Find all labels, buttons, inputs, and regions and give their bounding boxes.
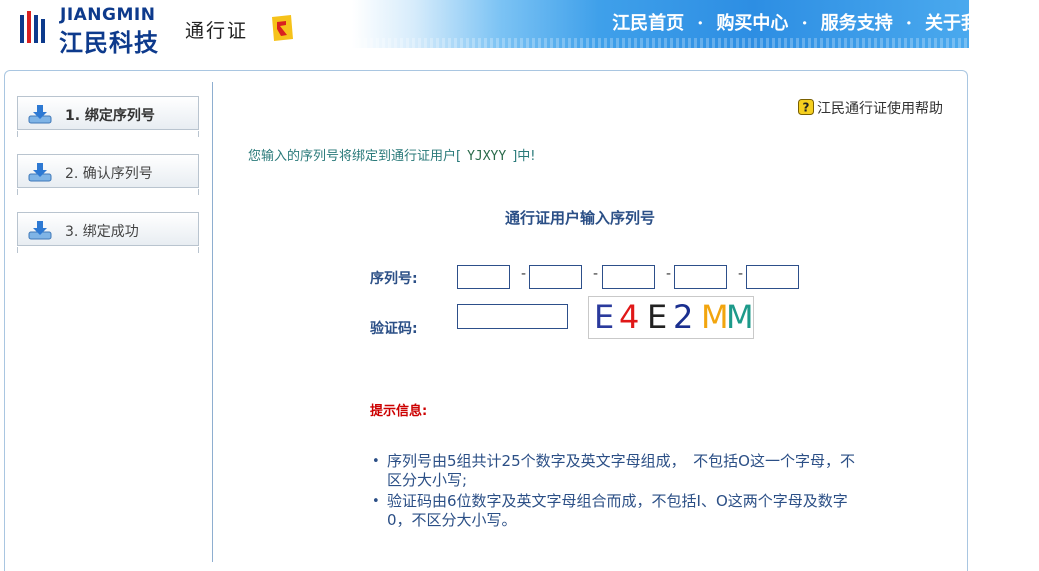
step-label: 1. 绑定序列号 <box>65 108 155 124</box>
captcha-char: 2 <box>673 298 694 336</box>
serial-input-5[interactable] <box>746 265 799 289</box>
logo-english-text: JIANGMIN <box>60 5 156 25</box>
serial-label: 序列号: <box>370 271 418 287</box>
question-icon: ? <box>798 99 814 115</box>
serial-dash: - <box>593 266 599 282</box>
serial-input-1[interactable] <box>457 265 510 289</box>
nav-about[interactable]: 关于我们 <box>925 13 997 34</box>
captcha-char: M <box>701 298 729 336</box>
list-item: 序列号由5组共计25个数字及英文字母组成， 不包括O这一个字母，不区分大小写; <box>370 452 860 490</box>
serial-input-2[interactable] <box>529 265 582 289</box>
nav-separator: · <box>801 13 808 34</box>
tips-list: 序列号由5组共计25个数字及英文字母组成， 不包括O这一个字母，不区分大小写; … <box>370 452 860 532</box>
step-label: 3. 绑定成功 <box>65 224 139 240</box>
download-arrow-icon <box>28 163 52 182</box>
passport-icon <box>272 15 293 41</box>
step-bind-success[interactable]: 3. 绑定成功 <box>17 212 199 253</box>
download-arrow-icon <box>28 105 52 124</box>
sidebar-divider <box>212 82 213 562</box>
bind-notice: 您输入的序列号将绑定到通行证用户[ YJXYY ]中! <box>248 145 536 164</box>
download-arrow-icon <box>28 221 52 240</box>
jiangmin-logo[interactable]: JIANGMIN 江民科技 通行证 <box>12 3 302 57</box>
captcha-image[interactable]: E 4 E 2 M M <box>588 296 754 339</box>
nav-purchase[interactable]: 购买中心 <box>716 13 788 34</box>
nav-support[interactable]: 服务支持 <box>821 13 893 34</box>
captcha-char: 4 <box>619 298 640 336</box>
step-bind-serial[interactable]: 1. 绑定序列号 <box>17 96 199 137</box>
help-link[interactable]: ? 江民通行证使用帮助 <box>798 98 943 118</box>
serial-dash: - <box>738 266 744 282</box>
nav-separator: · <box>697 13 704 34</box>
product-name: 通行证 <box>185 20 249 42</box>
help-link-label: 江民通行证使用帮助 <box>817 101 943 117</box>
step-label: 2. 确认序列号 <box>65 166 153 182</box>
top-nav: 江民首页 · 购买中心 · 服务支持 · 关于我们 <box>612 9 997 35</box>
svg-text:?: ? <box>803 101 810 115</box>
serial-input-4[interactable] <box>674 265 727 289</box>
nav-separator: · <box>905 13 912 34</box>
nav-home[interactable]: 江民首页 <box>612 13 684 34</box>
verify-code-label: 验证码: <box>370 321 418 337</box>
logo-chinese-text: 江民科技 <box>59 29 159 57</box>
captcha-char: E <box>594 298 615 336</box>
list-item: 验证码由6位数字及英文字母组合而成，不包括I、O这两个字母及数字0，不区分大小写… <box>370 492 860 530</box>
step-confirm-serial[interactable]: 2. 确认序列号 <box>17 154 199 195</box>
captcha-char: E <box>647 298 668 336</box>
notice-prefix: 您输入的序列号将绑定到通行证用户[ <box>248 149 462 164</box>
captcha-char: M <box>726 298 754 336</box>
notice-username: YJXYY <box>467 149 507 164</box>
form-title: 通行证用户输入序列号 <box>505 209 656 227</box>
serial-dash: - <box>666 266 672 282</box>
tips-title: 提示信息: <box>370 404 428 419</box>
notice-suffix: ]中! <box>512 149 536 164</box>
serial-dash: - <box>521 266 527 282</box>
page-header: JIANGMIN 江民科技 通行证 江民首页 · 购买中心 · 服务支持 · 关于我们 <box>0 0 1039 57</box>
jiangmin-logo-icon <box>20 11 45 43</box>
serial-input-3[interactable] <box>602 265 655 289</box>
verify-code-input[interactable] <box>457 304 568 329</box>
nav-stripe-decoration <box>352 38 969 48</box>
